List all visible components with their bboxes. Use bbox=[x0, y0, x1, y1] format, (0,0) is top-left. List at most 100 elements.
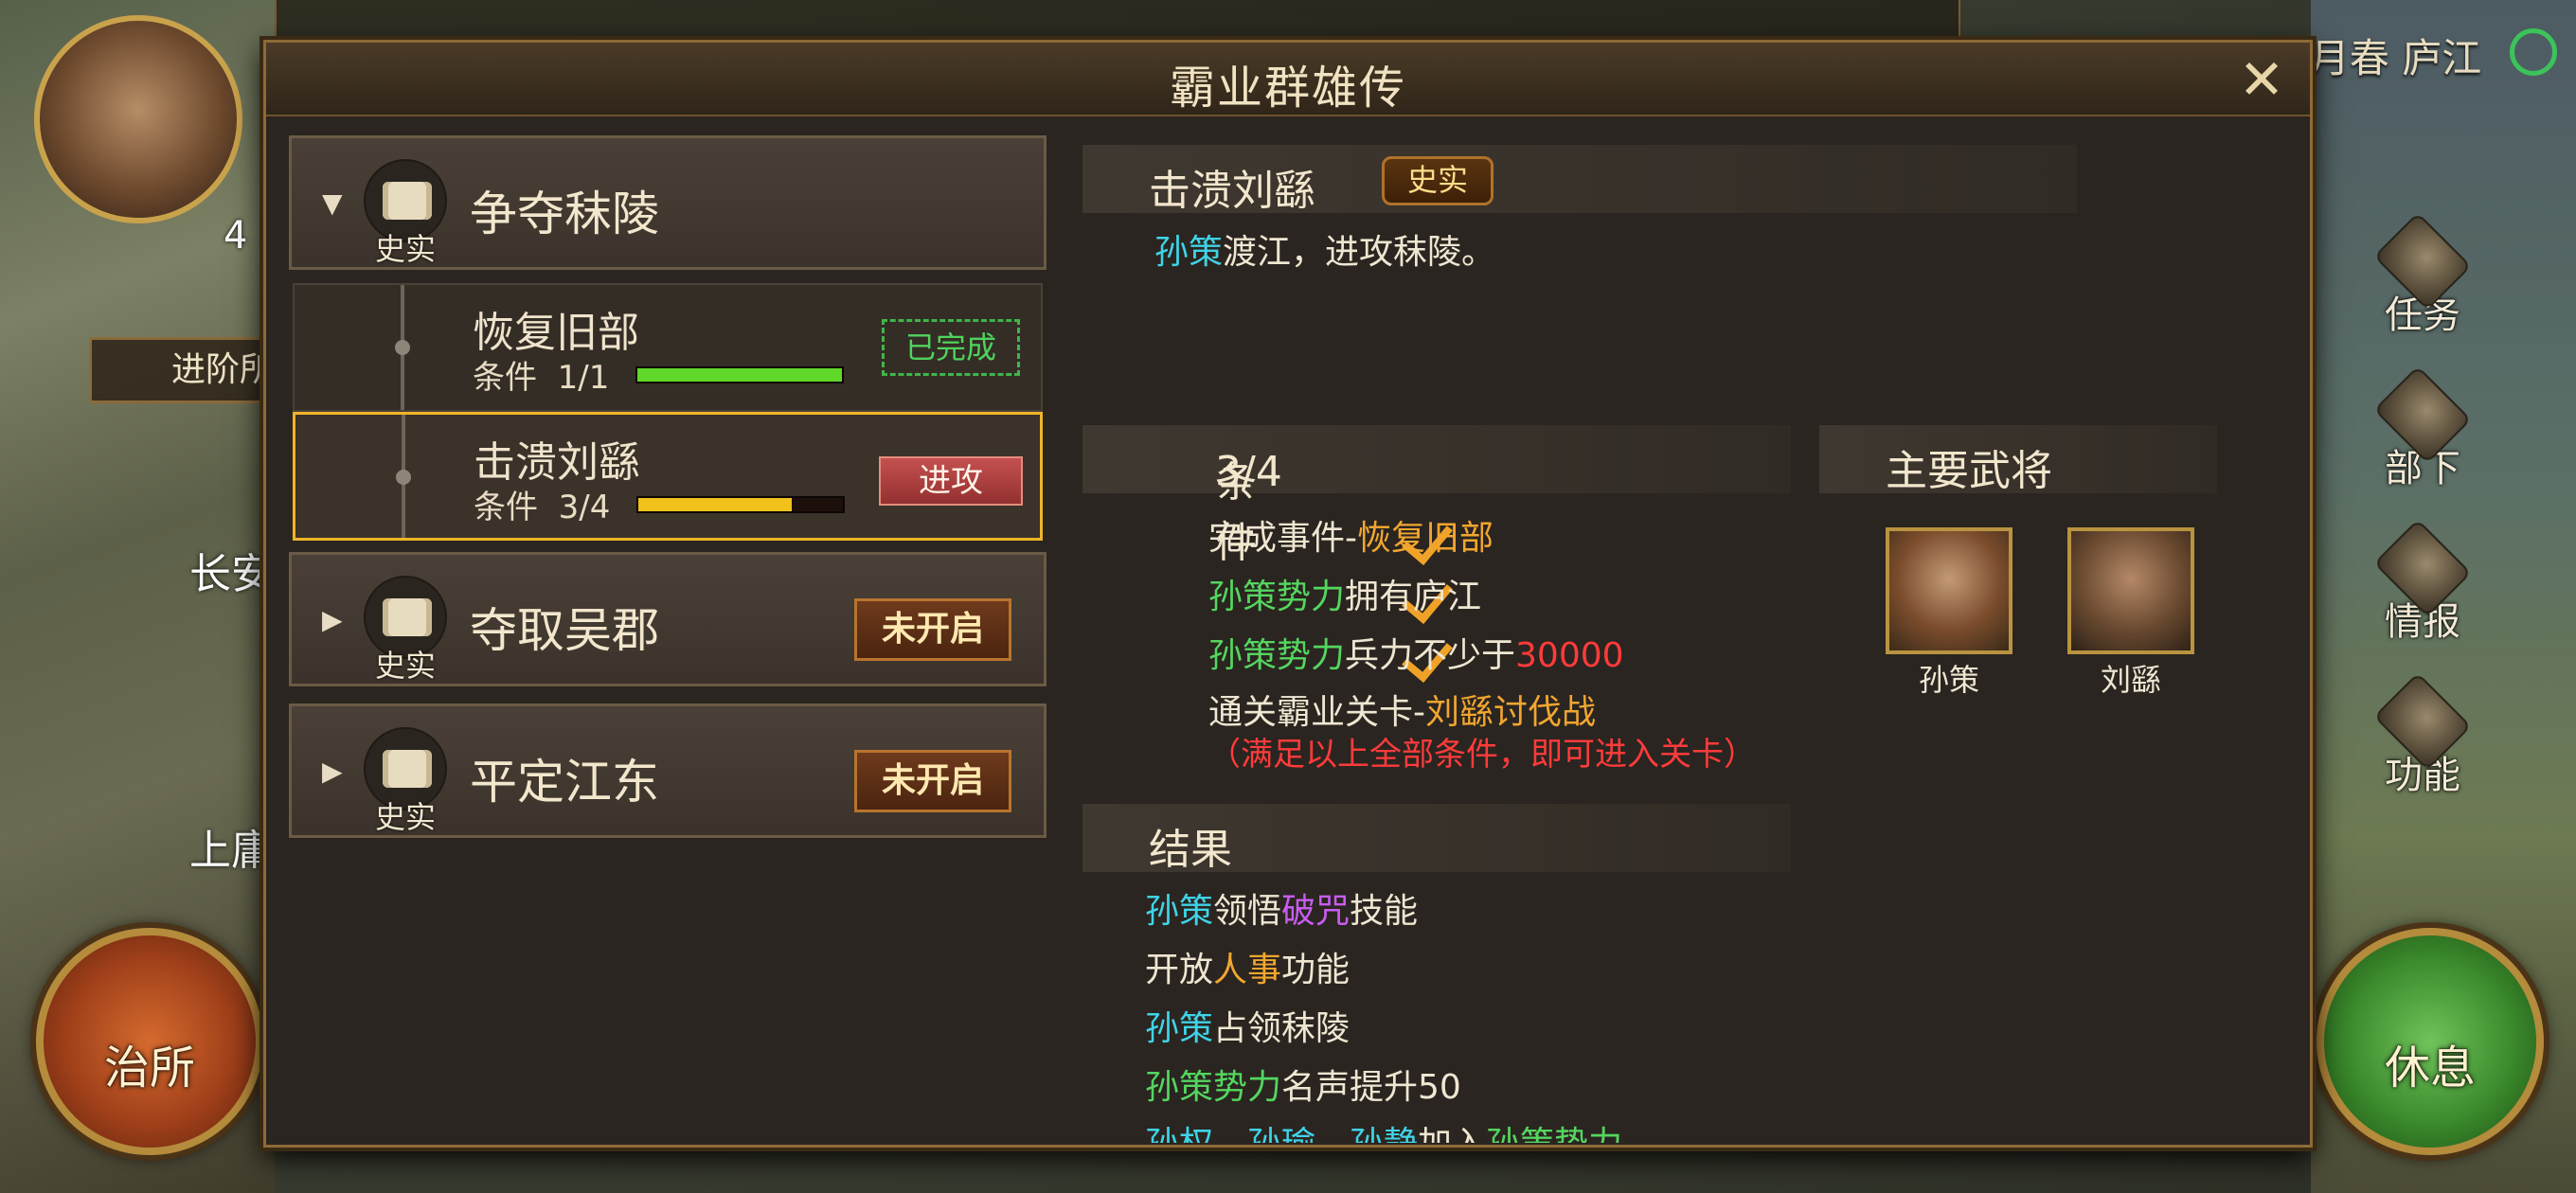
history-tag: 史实 bbox=[374, 231, 436, 267]
hq-label: 治所 bbox=[103, 1042, 195, 1095]
condition-text: 兵力不少于 bbox=[1345, 636, 1516, 675]
quest-group-wujun[interactable]: ▶ 史实 夺取吴郡 未开启 bbox=[289, 552, 1046, 686]
result-2: 开放人事功能 bbox=[1145, 942, 1350, 991]
general-names: 孙权、孙瑜、孙静 bbox=[1145, 1125, 1418, 1143]
result-header: 结果 bbox=[1082, 804, 1791, 874]
quest-condition: 条件 3/4 bbox=[474, 481, 610, 527]
hq-button[interactable]: 治所 bbox=[36, 928, 263, 1155]
map-label-shangyong[interactable]: 上庸 bbox=[189, 816, 273, 877]
caret-right-icon: ▶ bbox=[322, 604, 343, 635]
result-text: 占领秣陵 bbox=[1213, 1009, 1351, 1048]
rest-button[interactable]: 休息 bbox=[2317, 928, 2544, 1155]
timeline-dot bbox=[395, 340, 410, 355]
detail-title: 击溃刘繇 bbox=[1149, 167, 1315, 215]
progress-bar bbox=[635, 366, 844, 383]
advance-label: 进阶所 bbox=[171, 350, 275, 389]
close-icon[interactable]: ✕ bbox=[2234, 52, 2289, 107]
group-name: 争夺秣陵 bbox=[470, 187, 659, 241]
faction-name: 孙策势力 bbox=[1145, 1068, 1282, 1107]
map-label-changan[interactable]: 长安 bbox=[189, 540, 273, 600]
hegemony-dialog: 霸业群雄传 ✕ ▼ 史实 争夺秣陵 恢复旧部 条件 1/1 已完成 击溃刘繇 条… bbox=[263, 40, 2313, 1148]
progress-bar bbox=[636, 496, 845, 513]
side-menu-intel[interactable]: 情报 bbox=[2366, 519, 2479, 648]
result-1: 孙策领悟破咒技能 bbox=[1145, 883, 1418, 933]
skill-name: 破咒 bbox=[1281, 892, 1351, 931]
result-5: 孙权、孙瑜、孙静加入孙策势力 bbox=[1145, 1116, 1622, 1143]
result-text: 开放 bbox=[1145, 951, 1214, 989]
progress-fill bbox=[637, 368, 842, 382]
locked-badge: 未开启 bbox=[854, 750, 1011, 812]
result-4: 孙策势力名声提升50 bbox=[1145, 1059, 1461, 1109]
detail-description: 孙策渡江，进攻秣陵。 bbox=[1154, 224, 1495, 274]
generals-title: 主要武将 bbox=[1886, 447, 2052, 495]
condition-value: 30000 bbox=[1515, 636, 1624, 675]
condition-target: 恢复旧部 bbox=[1357, 519, 1494, 558]
quest-item-restore[interactable]: 恢复旧部 条件 1/1 已完成 bbox=[293, 283, 1043, 412]
conditions-title: 条件 3/4 bbox=[1149, 436, 1282, 567]
general-name: 孙策 bbox=[1145, 892, 1214, 931]
result-text: 名声提升50 bbox=[1281, 1068, 1461, 1107]
condition-text: 完成事件- bbox=[1208, 519, 1357, 558]
attack-button[interactable]: 进攻 bbox=[879, 456, 1023, 506]
condition-target: 刘繇讨伐战 bbox=[1425, 693, 1597, 732]
condition-4: 通关霸业关卡-刘繇讨伐战 bbox=[1208, 685, 1596, 734]
quest-name: 击溃刘繇 bbox=[474, 438, 640, 487]
general-name: 孙策 bbox=[1154, 233, 1224, 272]
condition-3: 孙策势力兵力不少于30000 bbox=[1208, 628, 1624, 677]
result-text: 技能 bbox=[1350, 892, 1419, 931]
side-menu-subordinates[interactable]: 部下 bbox=[2366, 365, 2479, 494]
signal-icon[interactable] bbox=[2510, 28, 2557, 76]
rest-label: 休息 bbox=[2384, 1042, 2476, 1095]
progress-fill bbox=[638, 498, 792, 511]
cond-label: 条件 bbox=[474, 489, 538, 526]
faction-name: 孙策势力 bbox=[1486, 1125, 1622, 1143]
general-portrait-liuyao[interactable] bbox=[2067, 527, 2194, 654]
caret-right-icon: ▶ bbox=[322, 756, 343, 787]
dialog-title: 霸业群雄传 bbox=[1169, 62, 1406, 115]
quest-group-jiangdong[interactable]: ▶ 史实 平定江东 未开启 bbox=[289, 703, 1046, 838]
history-tag: 史实 bbox=[374, 799, 436, 835]
quest-item-defeat-liuyao[interactable]: 击溃刘繇 条件 3/4 进攻 bbox=[293, 412, 1043, 541]
caret-down-icon: ▼ bbox=[322, 187, 343, 219]
conditions-count: 3/4 bbox=[1215, 448, 1282, 496]
general-name-liuyao: 刘繇 bbox=[2100, 662, 2161, 698]
timeline-dot bbox=[396, 470, 411, 485]
history-tag: 史实 bbox=[374, 648, 436, 684]
group-name: 平定江东 bbox=[470, 755, 659, 810]
result-3: 孙策占领秣陵 bbox=[1145, 1001, 1350, 1050]
result-text: 功能 bbox=[1281, 951, 1351, 989]
general-name: 孙策 bbox=[1145, 1009, 1214, 1048]
condition-text: 拥有庐江 bbox=[1345, 578, 1482, 616]
description-text: 渡江，进攻秣陵。 bbox=[1223, 233, 1496, 272]
cond-progress: 3/4 bbox=[558, 489, 611, 526]
cond-progress: 1/1 bbox=[557, 359, 610, 397]
advance-button[interactable]: 进阶所 bbox=[89, 337, 278, 403]
condition-1: 完成事件-恢复旧部 bbox=[1208, 510, 1494, 560]
result-text: 加入 bbox=[1418, 1125, 1486, 1143]
result-title: 结果 bbox=[1149, 826, 1232, 874]
quest-name: 恢复旧部 bbox=[473, 309, 639, 357]
completed-badge: 已完成 bbox=[882, 319, 1020, 376]
feature-name: 人事 bbox=[1213, 951, 1282, 989]
condition-text: 通关霸业关卡- bbox=[1208, 693, 1425, 732]
locked-badge: 未开启 bbox=[854, 598, 1011, 661]
cond-label: 条件 bbox=[473, 359, 537, 397]
resource-bar bbox=[275, 0, 1960, 44]
faction-name: 孙策势力 bbox=[1208, 636, 1346, 675]
general-name-sunce: 孙策 bbox=[1918, 662, 1979, 698]
quest-group-moling[interactable]: ▼ 史实 争夺秣陵 bbox=[289, 135, 1046, 270]
group-name: 夺取吴郡 bbox=[470, 603, 659, 658]
detail-header: 击溃刘繇 bbox=[1082, 145, 2077, 215]
general-portrait-sunce[interactable] bbox=[1886, 527, 2012, 654]
side-menu-quests[interactable]: 任务 bbox=[2366, 212, 2479, 341]
condition-note: （满足以上全部条件，即可进入关卡） bbox=[1208, 736, 1756, 774]
faction-name: 孙策势力 bbox=[1208, 578, 1346, 616]
generals-header: 主要武将 bbox=[1819, 425, 2217, 495]
history-badge: 史实 bbox=[1382, 156, 1494, 205]
side-menu-functions[interactable]: 功能 bbox=[2366, 672, 2479, 801]
conditions-header: 条件 3/4 bbox=[1082, 425, 1791, 567]
condition-2: 孙策势力拥有庐江 bbox=[1208, 569, 1481, 618]
quest-condition: 条件 1/1 bbox=[473, 351, 609, 398]
player-avatar[interactable] bbox=[34, 15, 242, 223]
result-text: 领悟 bbox=[1213, 892, 1282, 931]
